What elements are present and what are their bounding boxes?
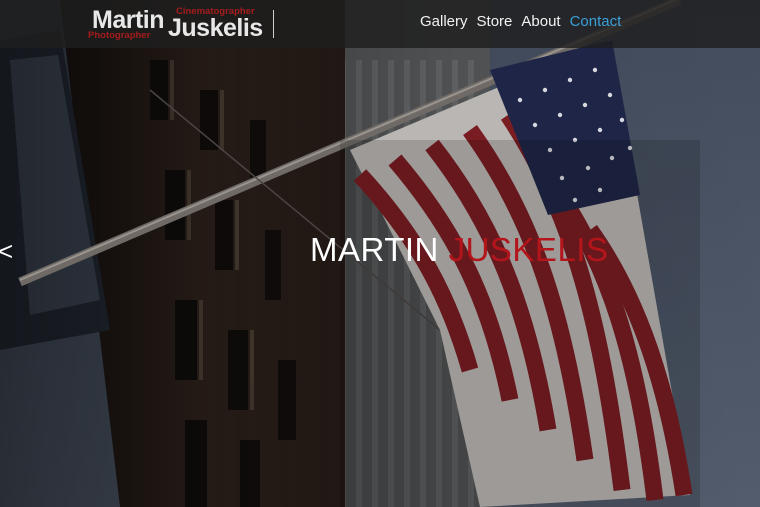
logo-last-name: Juskelis [168,14,263,42]
site-logo[interactable]: Cinematographer Martin Juskelis Photogra… [88,4,268,44]
site-header: Cinematographer Martin Juskelis Photogra… [0,0,760,48]
nav-item-about[interactable]: About [521,12,560,32]
hero-title: MARTIN JUSKELIS [310,230,608,270]
logo-tag-photographer: Photographer [88,30,151,41]
nav-item-gallery[interactable]: Gallery [420,12,468,32]
nav-item-contact[interactable]: Contact [570,12,622,32]
main-nav: Gallery Store About Contact [420,12,621,32]
logo-divider [273,10,274,38]
hero-slideshow: Cinematographer Martin Juskelis Photogra… [0,0,760,507]
hero-first-name: MARTIN [310,231,439,268]
nav-item-store[interactable]: Store [477,12,513,32]
hero-last-name: JUSKELIS [448,231,609,268]
previous-slide-arrow[interactable]: < [0,238,13,264]
